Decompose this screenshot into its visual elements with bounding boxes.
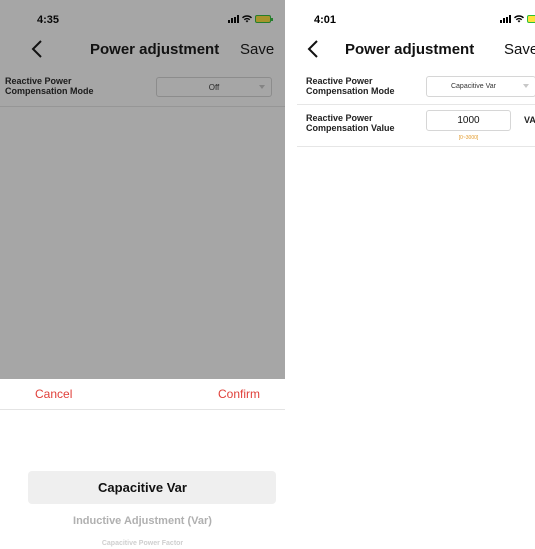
value-unit: VA (524, 115, 535, 125)
picker-option-inductive-adjustment[interactable]: Inductive Adjustment (Var) (0, 515, 285, 527)
picker-option-capacitive-var[interactable]: Capacitive Var (0, 480, 285, 495)
label-line: Reactive Power (306, 113, 373, 123)
compensation-mode-select[interactable]: Capacitive Var (426, 76, 535, 97)
right-phone-screen: 4:01 Power adjustment Save Reactive Powe… (297, 0, 535, 549)
left-phone-screen: 4:35 Power adjustment Save Reactive Powe… (0, 0, 285, 549)
compensation-mode-row: Reactive Power Compensation Mode Capacit… (297, 70, 535, 105)
compensation-value-label: Reactive Power Compensation Value (306, 113, 395, 133)
status-icons (500, 15, 535, 23)
page-title: Power adjustment (345, 41, 475, 58)
modal-overlay[interactable] (0, 0, 285, 379)
status-bar: 4:01 (297, 0, 535, 34)
compensation-mode-label: Reactive Power Compensation Mode (306, 76, 395, 96)
picker-header: Cancel Confirm (0, 379, 285, 410)
status-time: 4:01 (314, 14, 337, 26)
battery-icon (527, 15, 535, 23)
signal-icon (500, 15, 511, 23)
label-line: Reactive Power (306, 76, 373, 86)
compensation-value-input[interactable]: 1000 (426, 110, 511, 131)
save-button[interactable]: Save (504, 41, 535, 58)
compensation-mode-value: Capacitive Var (450, 83, 496, 90)
cancel-button[interactable]: Cancel (35, 387, 72, 401)
confirm-button[interactable]: Confirm (218, 387, 260, 401)
nav-bar: Power adjustment Save (297, 34, 535, 66)
label-line: Compensation Value (306, 123, 395, 133)
picker-sheet: Cancel Confirm Capacitive Var Inductive … (0, 379, 285, 549)
compensation-value-row: Reactive Power Compensation Value 1000 V… (297, 104, 535, 147)
wifi-icon (514, 15, 524, 23)
chevron-down-icon (523, 84, 529, 88)
picker-option-capacitive-power-factor[interactable]: Capacitive Power Factor (0, 540, 285, 547)
back-chevron-icon[interactable] (305, 39, 323, 59)
value-range-hint: [0~3000] (458, 135, 479, 141)
label-line: Compensation Mode (306, 86, 395, 96)
